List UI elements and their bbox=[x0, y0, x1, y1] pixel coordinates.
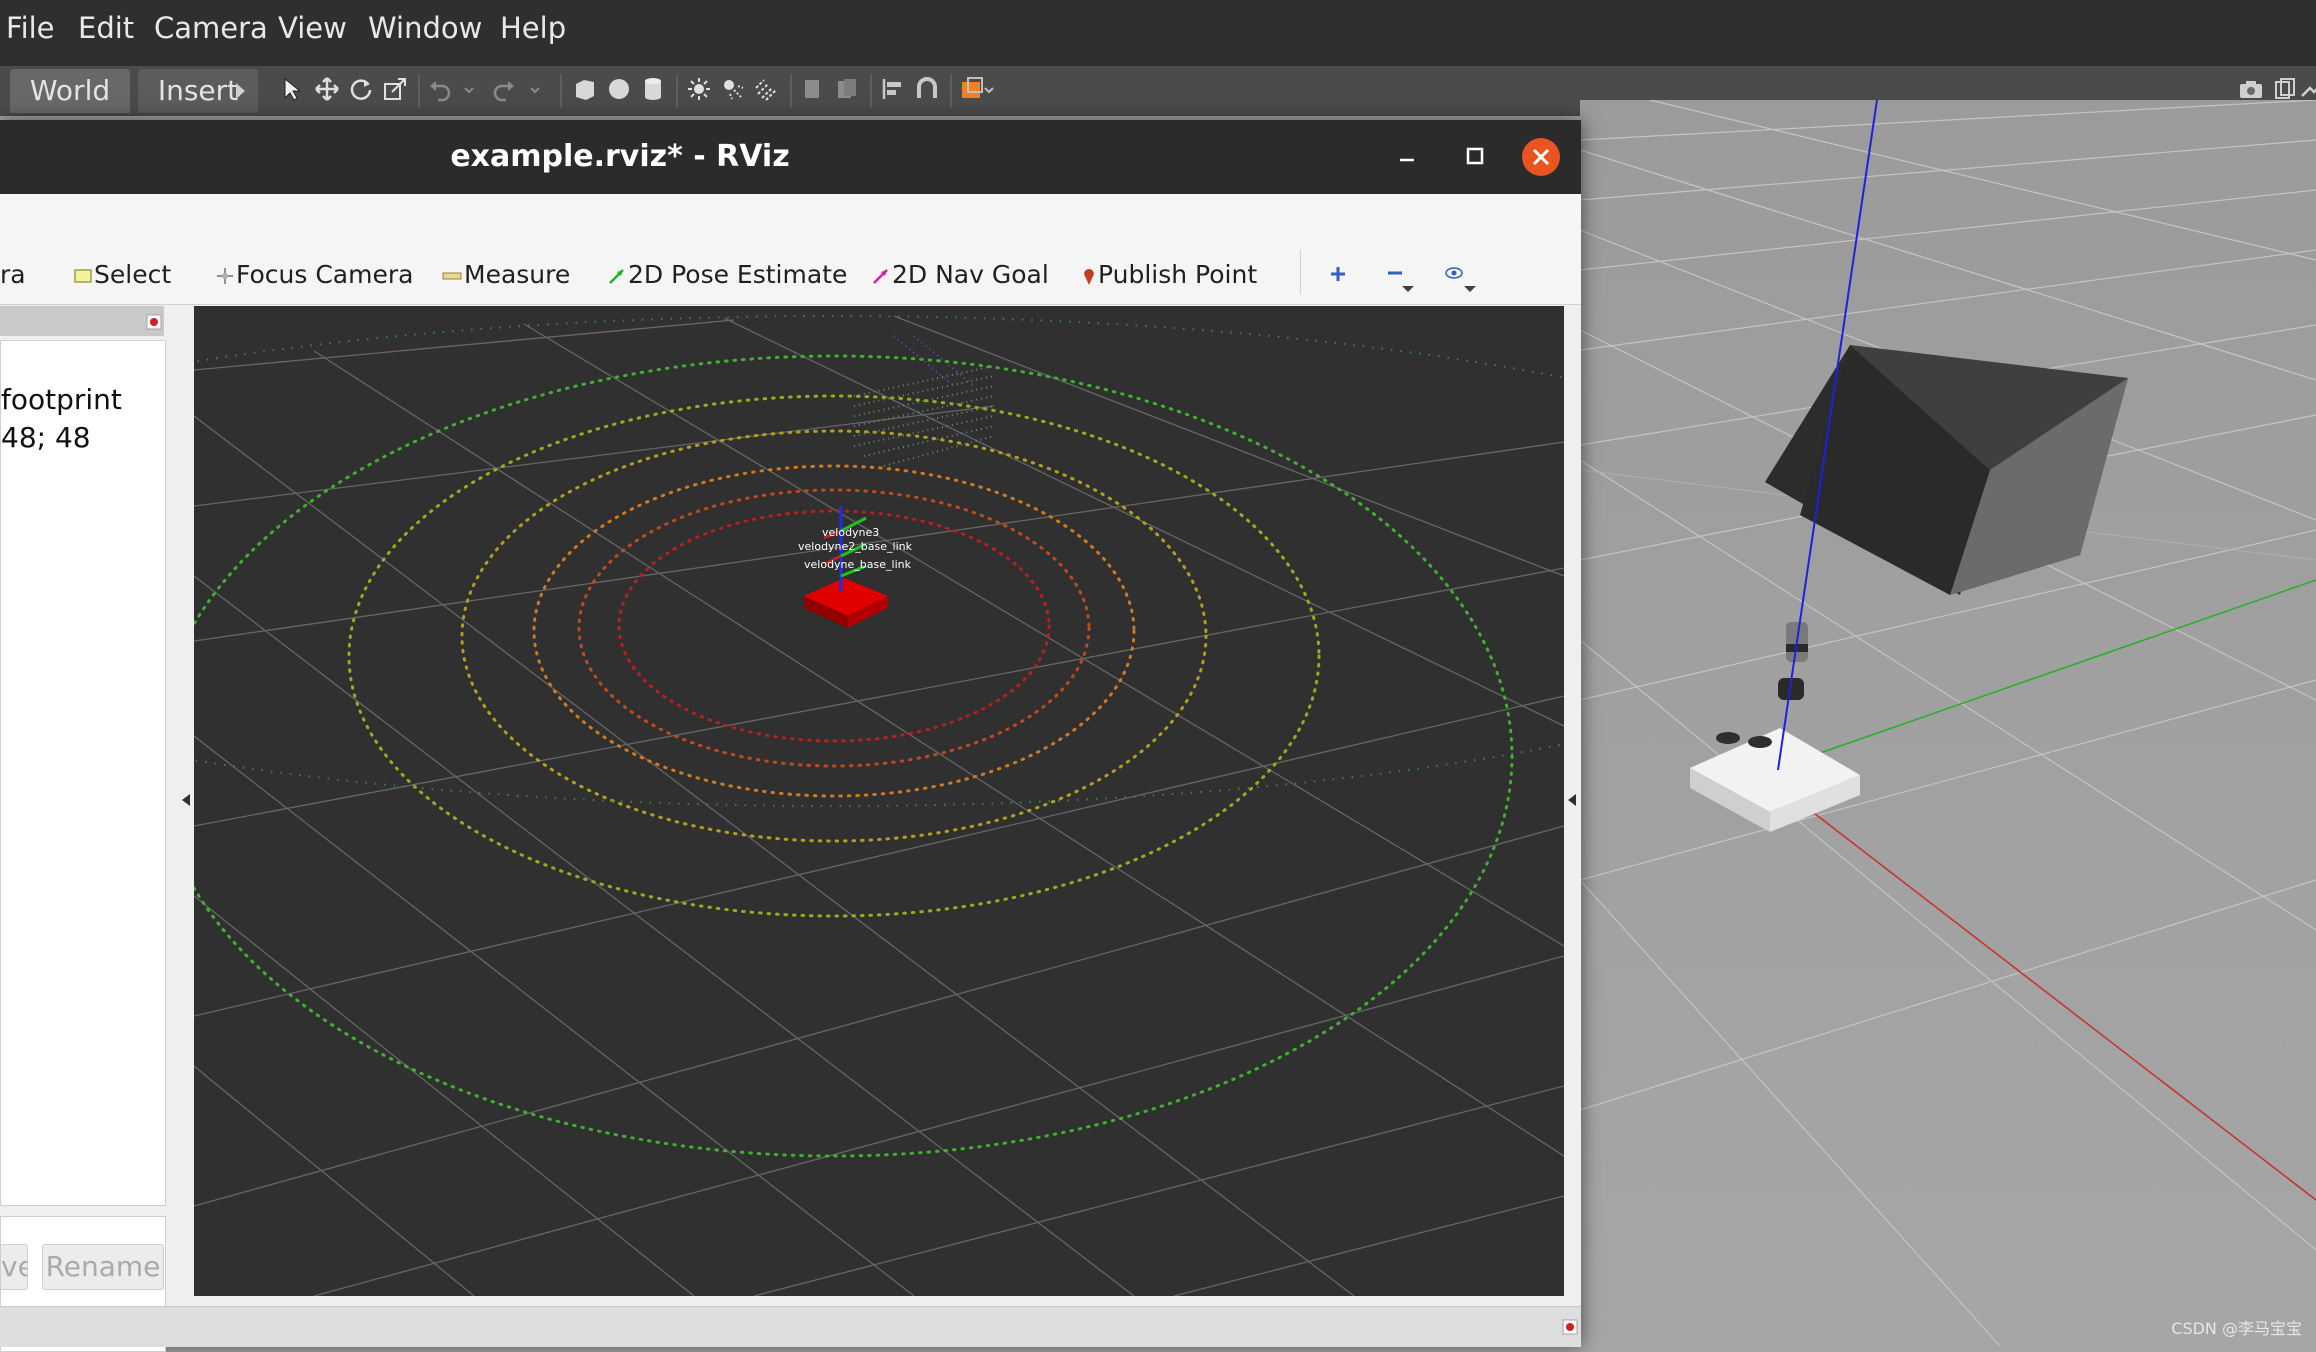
tool-focus-camera-label: Focus Camera bbox=[236, 260, 414, 289]
undo-dropdown-icon[interactable] bbox=[462, 76, 476, 102]
tool-focus-camera[interactable]: Focus Camera bbox=[216, 260, 413, 290]
select-mode-icon[interactable] bbox=[280, 76, 306, 102]
rviz-3d-viewport[interactable]: velodyne3 velodyne2_base_link velodyne_b… bbox=[194, 306, 1564, 1296]
rviz-tf-frame-labels: velodyne3 velodyne2_base_link velodyne_b… bbox=[798, 526, 913, 571]
tf-label-velodyne2-base-link: velodyne2_base_link bbox=[798, 540, 913, 553]
tool-2d-nav-goal-label: 2D Nav Goal bbox=[892, 260, 1049, 289]
undo-icon[interactable] bbox=[428, 76, 454, 102]
rviz-bottom-bar bbox=[0, 1306, 1581, 1347]
rviz-render-scene: velodyne3 velodyne2_base_link velodyne_b… bbox=[194, 315, 1564, 1296]
box-shape-icon[interactable] bbox=[572, 76, 598, 102]
rotate-mode-icon[interactable] bbox=[348, 76, 374, 102]
focus-camera-icon bbox=[217, 268, 233, 284]
rviz-titlebar: example.rviz* - RViz bbox=[0, 120, 1581, 194]
maximize-icon[interactable] bbox=[1456, 138, 1494, 176]
rviz-pointcloud-patch bbox=[853, 335, 995, 467]
tab-world[interactable]: World bbox=[10, 69, 130, 113]
tool-2d-nav-goal[interactable]: 2D Nav Goal bbox=[872, 260, 1049, 290]
csdn-watermark: CSDN @李马宝宝 bbox=[2171, 1319, 2302, 1338]
tool-measure[interactable]: Measure bbox=[442, 260, 570, 290]
menu-window[interactable]: Window bbox=[368, 8, 482, 48]
redo-icon[interactable] bbox=[490, 76, 516, 102]
collapse-left-panel-icon[interactable] bbox=[180, 792, 192, 808]
tool-2d-pose-estimate[interactable]: 2D Pose Estimate bbox=[608, 260, 847, 290]
menu-view[interactable]: View bbox=[278, 8, 347, 48]
collapse-right-panel-icon[interactable] bbox=[1566, 792, 1578, 808]
rviz-window-title: example.rviz* - RViz bbox=[450, 139, 790, 174]
tool-properties-eye-icon[interactable] bbox=[1444, 264, 1478, 294]
sphere-shape-icon[interactable] bbox=[606, 76, 632, 102]
tool-2d-pose-estimate-label: 2D Pose Estimate bbox=[628, 260, 848, 289]
pose-estimate-arrow-icon bbox=[609, 269, 624, 284]
tool-publish-point-label: Publish Point bbox=[1098, 260, 1258, 289]
displays-panel-header bbox=[0, 306, 164, 336]
tool-publish-point[interactable]: Publish Point bbox=[1082, 260, 1257, 290]
snap-icon[interactable] bbox=[914, 76, 940, 102]
displays-tree[interactable]: footprint 48; 48 bbox=[0, 340, 166, 1206]
gazebo-3d-scene[interactable]: CSDN @李马宝宝 bbox=[1580, 100, 2316, 1346]
measure-icon bbox=[442, 272, 462, 280]
remove-tool-icon[interactable] bbox=[1386, 264, 1416, 294]
tool-select-label: Select bbox=[94, 260, 172, 289]
translate-mode-icon[interactable] bbox=[314, 76, 340, 102]
toolbar-divider bbox=[1300, 250, 1301, 294]
close-icon[interactable] bbox=[1522, 138, 1560, 176]
map-pin-icon bbox=[1084, 269, 1094, 285]
rviz-pointcloud-rings bbox=[194, 354, 1514, 1158]
tf-label-velodyne-base-link: velodyne_base_link bbox=[804, 558, 912, 571]
screenshot-record-icon[interactable] bbox=[960, 76, 994, 102]
nav-goal-arrow-icon bbox=[873, 269, 888, 284]
camera-icon[interactable] bbox=[2238, 76, 2264, 102]
add-tool-icon[interactable] bbox=[1328, 264, 1348, 284]
rviz-tools-toolbar: ra Select Focus Camera Measure 2D Pose E… bbox=[0, 194, 1581, 305]
copy-icon[interactable] bbox=[800, 76, 826, 102]
display-property-value: 48; 48 bbox=[1, 421, 91, 454]
bottom-panel-close-icon[interactable] bbox=[1562, 1319, 1578, 1335]
tf-label-velodyne3: velodyne3 bbox=[822, 526, 879, 539]
paste-icon[interactable] bbox=[834, 76, 860, 102]
remove-display-button[interactable]: ve bbox=[0, 1244, 28, 1290]
rviz-window: example.rviz* - RViz ra Select Focus Cam… bbox=[0, 120, 1581, 1352]
copy-screen-icon[interactable] bbox=[2272, 76, 2298, 102]
redo-dropdown-icon[interactable] bbox=[528, 76, 542, 102]
tab-scroll-right-icon[interactable] bbox=[236, 83, 245, 99]
menu-file[interactable]: File bbox=[6, 8, 55, 48]
menu-edit[interactable]: Edit bbox=[78, 8, 134, 48]
rviz-grid bbox=[194, 315, 1564, 1296]
plot-icon[interactable] bbox=[2300, 76, 2316, 102]
panel-close-icon[interactable] bbox=[146, 314, 162, 330]
tool-measure-label: Measure bbox=[464, 260, 571, 289]
display-property-footprint: footprint bbox=[1, 383, 122, 416]
cylinder-shape-icon[interactable] bbox=[640, 76, 666, 102]
minimize-icon[interactable] bbox=[1388, 138, 1426, 176]
menu-help[interactable]: Help bbox=[500, 8, 566, 48]
directional-light-icon[interactable] bbox=[754, 76, 780, 102]
spot-light-icon[interactable] bbox=[720, 76, 746, 102]
scale-mode-icon[interactable] bbox=[382, 76, 408, 102]
rename-display-button[interactable]: Rename bbox=[42, 1244, 164, 1290]
point-light-icon[interactable] bbox=[686, 76, 712, 102]
align-icon[interactable] bbox=[880, 76, 906, 102]
tool-select[interactable]: Select bbox=[74, 260, 171, 290]
select-tool-icon bbox=[74, 269, 92, 283]
gazebo-menubar: File Edit Camera View Window Help bbox=[0, 0, 2316, 66]
menu-camera[interactable]: Camera bbox=[154, 8, 268, 48]
tool-move-camera-partial[interactable]: ra bbox=[0, 260, 26, 290]
